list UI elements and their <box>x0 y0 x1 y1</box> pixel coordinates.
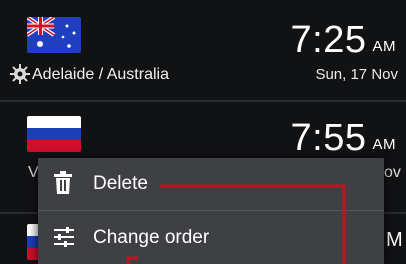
menu-item-change-order[interactable]: Change order <box>38 212 384 264</box>
trash-icon <box>52 171 74 200</box>
time-partial: M <box>386 229 403 251</box>
menu-item-label: Change order <box>93 227 210 248</box>
date-label: Sun, 17 Nov <box>315 66 398 83</box>
clock-row-adelaide[interactable]: 7:25 AM Adelaide / Australia Sun, 17 Nov <box>0 0 406 100</box>
clock-time: 7:25 AM <box>290 19 396 61</box>
menu-item-label: Delete <box>93 173 148 194</box>
settings-gear-icon[interactable] <box>10 64 30 89</box>
menu-item-delete[interactable]: Delete <box>38 158 384 210</box>
australia-flag-icon <box>27 17 81 53</box>
sliders-icon <box>52 225 76 254</box>
menu-divider <box>38 210 384 211</box>
date-label-partial: ov <box>384 164 401 181</box>
city-label: Adelaide / Australia <box>32 66 169 83</box>
context-menu: Delete Change order <box>38 158 384 264</box>
russia-flag-icon <box>27 116 81 152</box>
